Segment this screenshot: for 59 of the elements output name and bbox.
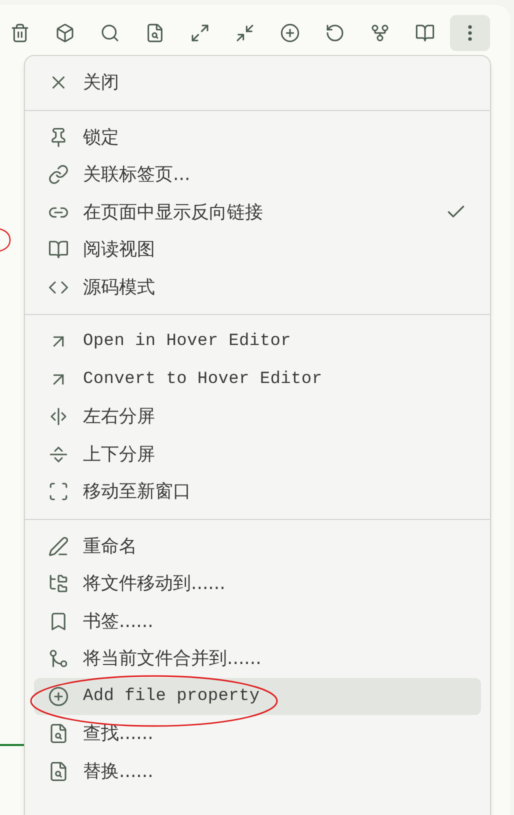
menu-item-label: 锁定 [83,126,120,150]
plus-circle-icon [280,23,300,43]
book-icon [48,239,69,260]
menu-item[interactable]: 替换...... [34,752,481,790]
menu-item[interactable]: 在页面中显示反向链接 [34,194,481,231]
menu-item[interactable]: 将文件移动到...... [34,565,481,602]
menu-item-label: 阅读视图 [83,238,156,262]
collapse-icon [235,23,255,43]
menu-item-label: 查找...... [83,722,154,746]
menu-item-label: 将文件移动到...... [83,572,226,596]
split-vertical-icon [48,406,69,428]
menu-item[interactable]: Add file property [34,678,481,715]
menu-item[interactable]: 上下分屏 [34,436,481,473]
menu-item-label: 替换...... [83,760,154,784]
file-search-icon [48,723,69,744]
menu-item-label: 关联标签页... [83,163,192,188]
annotation-arc [0,228,11,252]
expand-icon [190,23,210,43]
menu-item[interactable]: 重命名 [34,528,481,565]
menu-item[interactable]: 关联标签页... [34,156,481,194]
file-search-icon [145,23,165,43]
link-icon [48,164,69,186]
more-icon [468,25,472,41]
menu-item[interactable]: Convert to Hover Editor [34,360,481,398]
menu-item-label: 上下分屏 [83,442,156,467]
menu-item-label: Add file property [83,686,261,708]
menu-item-label: 移动至新窗口 [83,480,192,504]
split-horizontal-icon [48,444,69,465]
menu-item-label: 源码模式 [83,276,156,300]
menu-item-label: 书签...... [83,610,154,634]
menu-item-label: 在页面中显示反向链接 [83,200,264,225]
menu-item-label: Convert to Hover Editor [83,368,324,390]
menu-item-label: 将当前文件合并到...... [83,647,262,672]
menu-item[interactable]: 阅读视图 [34,231,481,268]
menu-item[interactable]: 源码模式 [34,268,481,306]
folder-tree-icon [48,573,69,594]
cube-icon [55,23,75,43]
merge-icon [48,648,69,670]
fork-icon [370,23,390,43]
menu-item-label: 关闭 [83,71,120,96]
menu-item[interactable]: 锁定 [34,118,481,156]
search-icon [100,23,120,43]
menu-item-label: 左右分屏 [83,405,156,430]
menu-item-label: 重命名 [83,534,138,559]
window-icon [48,481,69,502]
menu-item[interactable]: 关闭 [34,64,481,102]
menu-item[interactable]: 左右分屏 [34,398,481,436]
trash-icon [10,23,30,43]
undo-icon [325,23,345,43]
menu-item-label: Open in Hover Editor [83,331,292,353]
menu-item[interactable]: 查找...... [34,715,481,752]
plus-circle-icon [48,686,69,707]
menu-item[interactable]: Open in Hover Editor [34,323,481,360]
menu-item[interactable]: 移动至新窗口 [34,473,481,510]
menu-item[interactable]: 将当前文件合并到...... [34,640,481,678]
pencil-icon [48,536,69,557]
file-search-icon [48,760,69,782]
menu-item[interactable]: 书签...... [34,602,481,640]
book-icon [415,23,435,43]
